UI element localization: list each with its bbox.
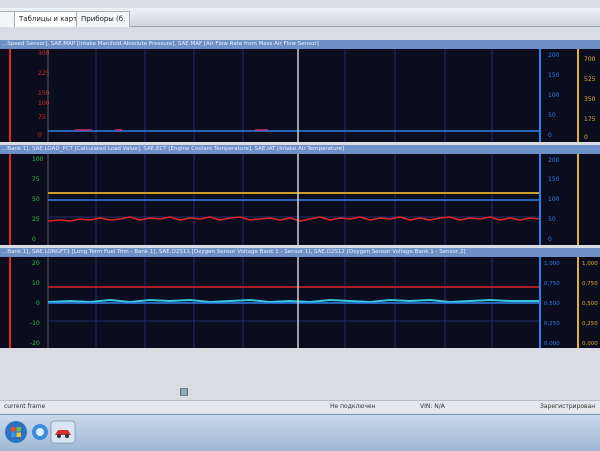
taskbar: [0, 414, 600, 451]
tick-label: 0,500: [544, 301, 560, 307]
status-frame: current frame: [4, 403, 46, 410]
tick-label: 175: [584, 116, 596, 123]
tick-label: 10: [32, 280, 40, 287]
tick-label: 100: [548, 92, 560, 99]
tick-label: 100: [32, 156, 44, 163]
tick-label: 1,000: [582, 261, 598, 267]
tick-label: 100: [548, 196, 560, 203]
chart-plot-1[interactable]: 300 225 150 100 75 0 200 150 100 50 0 70…: [0, 49, 600, 142]
tab-bar: Таблицы и карты Приборы (б.: [0, 8, 600, 27]
tick-label: 75: [38, 114, 46, 121]
tick-label: 0,250: [544, 321, 560, 327]
chart-panel-1: ...Speed Sensor], SAE.MAP [Intake Manifo…: [0, 40, 600, 142]
tick-label: 0: [548, 236, 552, 243]
chart-header-3: ...Bank 1], SAE.LONGFT1 [Long Term Fuel …: [0, 248, 600, 257]
tick-label: -20: [30, 340, 40, 347]
tick-label: -10: [30, 320, 40, 327]
tick-label: 200: [548, 157, 560, 164]
tick-label: 0: [584, 134, 588, 141]
tick-label: 525: [584, 76, 596, 83]
status-vin: VIN: N/A: [420, 403, 445, 410]
chart-panel-2: ...Bank 1], SAE.LOAD_PCT [Calculated Loa…: [0, 145, 600, 245]
tick-label: 0: [548, 132, 552, 139]
tick-label: 0,750: [582, 281, 598, 287]
tick-label: 0,000: [582, 341, 598, 347]
chart-plot-3[interactable]: 20 10 0 -10 -20 1,000 0,750 0,500 0,250 …: [0, 257, 600, 348]
tick-label: 50: [548, 216, 556, 223]
tick-label: 50: [548, 112, 556, 119]
tick-label: 20: [32, 260, 40, 267]
tick-label: 0: [32, 236, 36, 243]
status-connection: Не подключен: [330, 403, 376, 410]
tick-label: 25: [32, 216, 40, 223]
settings-icon[interactable]: [180, 388, 188, 396]
tick-label: 0,750: [544, 281, 560, 287]
chart-header-2: ...Bank 1], SAE.LOAD_PCT [Calculated Loa…: [0, 145, 600, 154]
browser-icon[interactable]: [28, 420, 52, 444]
start-button-icon[interactable]: [4, 420, 28, 444]
tick-label: 75: [32, 176, 40, 183]
tick-label: 1,000: [544, 261, 560, 267]
tick-label: 0,250: [582, 321, 598, 327]
series-line-cyan: [47, 298, 540, 304]
tick-label: 150: [548, 72, 560, 79]
car-app-icon[interactable]: [50, 420, 76, 444]
tick-label: 0: [38, 132, 42, 139]
chart-plot-2[interactable]: 100 75 50 25 0 200 150 100 50 0: [0, 154, 600, 245]
tick-label: 0,000: [544, 341, 560, 347]
tick-label: 700: [584, 56, 596, 63]
tick-label: 200: [548, 52, 560, 59]
tick-label: 350: [584, 96, 596, 103]
tick-label: 0,500: [582, 301, 598, 307]
chart-panel-3: ...Bank 1], SAE.LONGFT1 [Long Term Fuel …: [0, 248, 600, 348]
tick-label: 50: [32, 196, 40, 203]
tab-tables-maps[interactable]: Таблицы и карты: [14, 11, 80, 27]
tab-gauges[interactable]: Приборы (б.: [76, 11, 130, 27]
chart-header-1: ...Speed Sensor], SAE.MAP [Intake Manifo…: [0, 40, 600, 49]
tick-label: 0: [36, 300, 40, 307]
status-bar: current frame Не подключен VIN: N/A Заре…: [0, 400, 600, 413]
status-registered: Зарегистрирован: [540, 403, 596, 410]
tick-label: 150: [548, 176, 560, 183]
